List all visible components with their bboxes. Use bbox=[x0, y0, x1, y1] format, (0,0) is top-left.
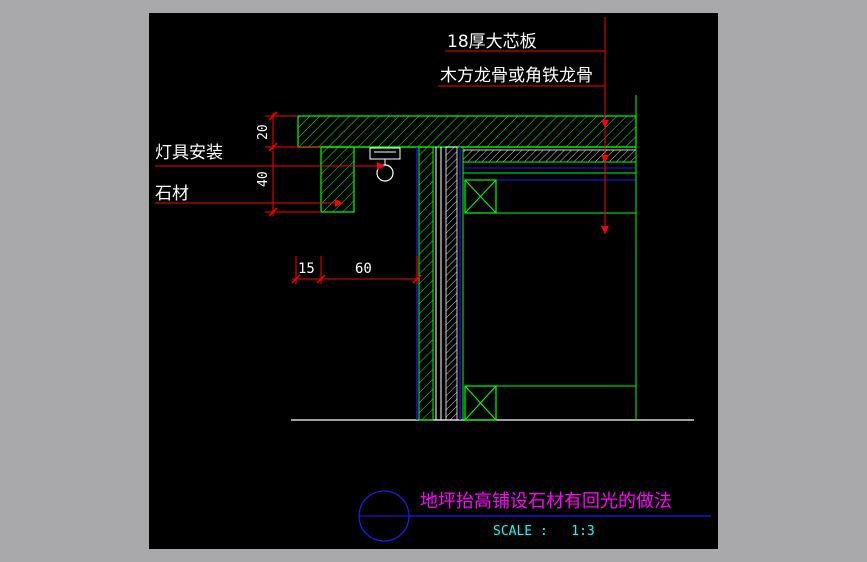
board-slab bbox=[297, 115, 637, 148]
dim-20: 20 bbox=[256, 124, 271, 140]
cad-viewer: 18厚大芯板 木方龙骨或角铁龙骨 灯具安装 石材 20 40 15 60 地坪抬… bbox=[0, 0, 867, 562]
dim-60: 60 bbox=[355, 261, 372, 277]
dim-15: 15 bbox=[298, 261, 315, 277]
keel-label: 木方龙骨或角铁龙骨 bbox=[440, 66, 593, 86]
drawing-title: 地坪抬高铺设石材有回光的做法 bbox=[420, 491, 672, 512]
dim-40: 40 bbox=[256, 171, 271, 187]
drawing-scale: SCALE : 1:3 bbox=[493, 524, 595, 539]
light-label: 灯具安装 bbox=[155, 143, 223, 163]
stone-label: 石材 bbox=[155, 184, 189, 204]
cad-drawing: 18厚大芯板 木方龙骨或角铁龙骨 灯具安装 石材 20 40 15 60 地坪抬… bbox=[149, 13, 718, 549]
board-label: 18厚大芯板 bbox=[447, 32, 537, 52]
